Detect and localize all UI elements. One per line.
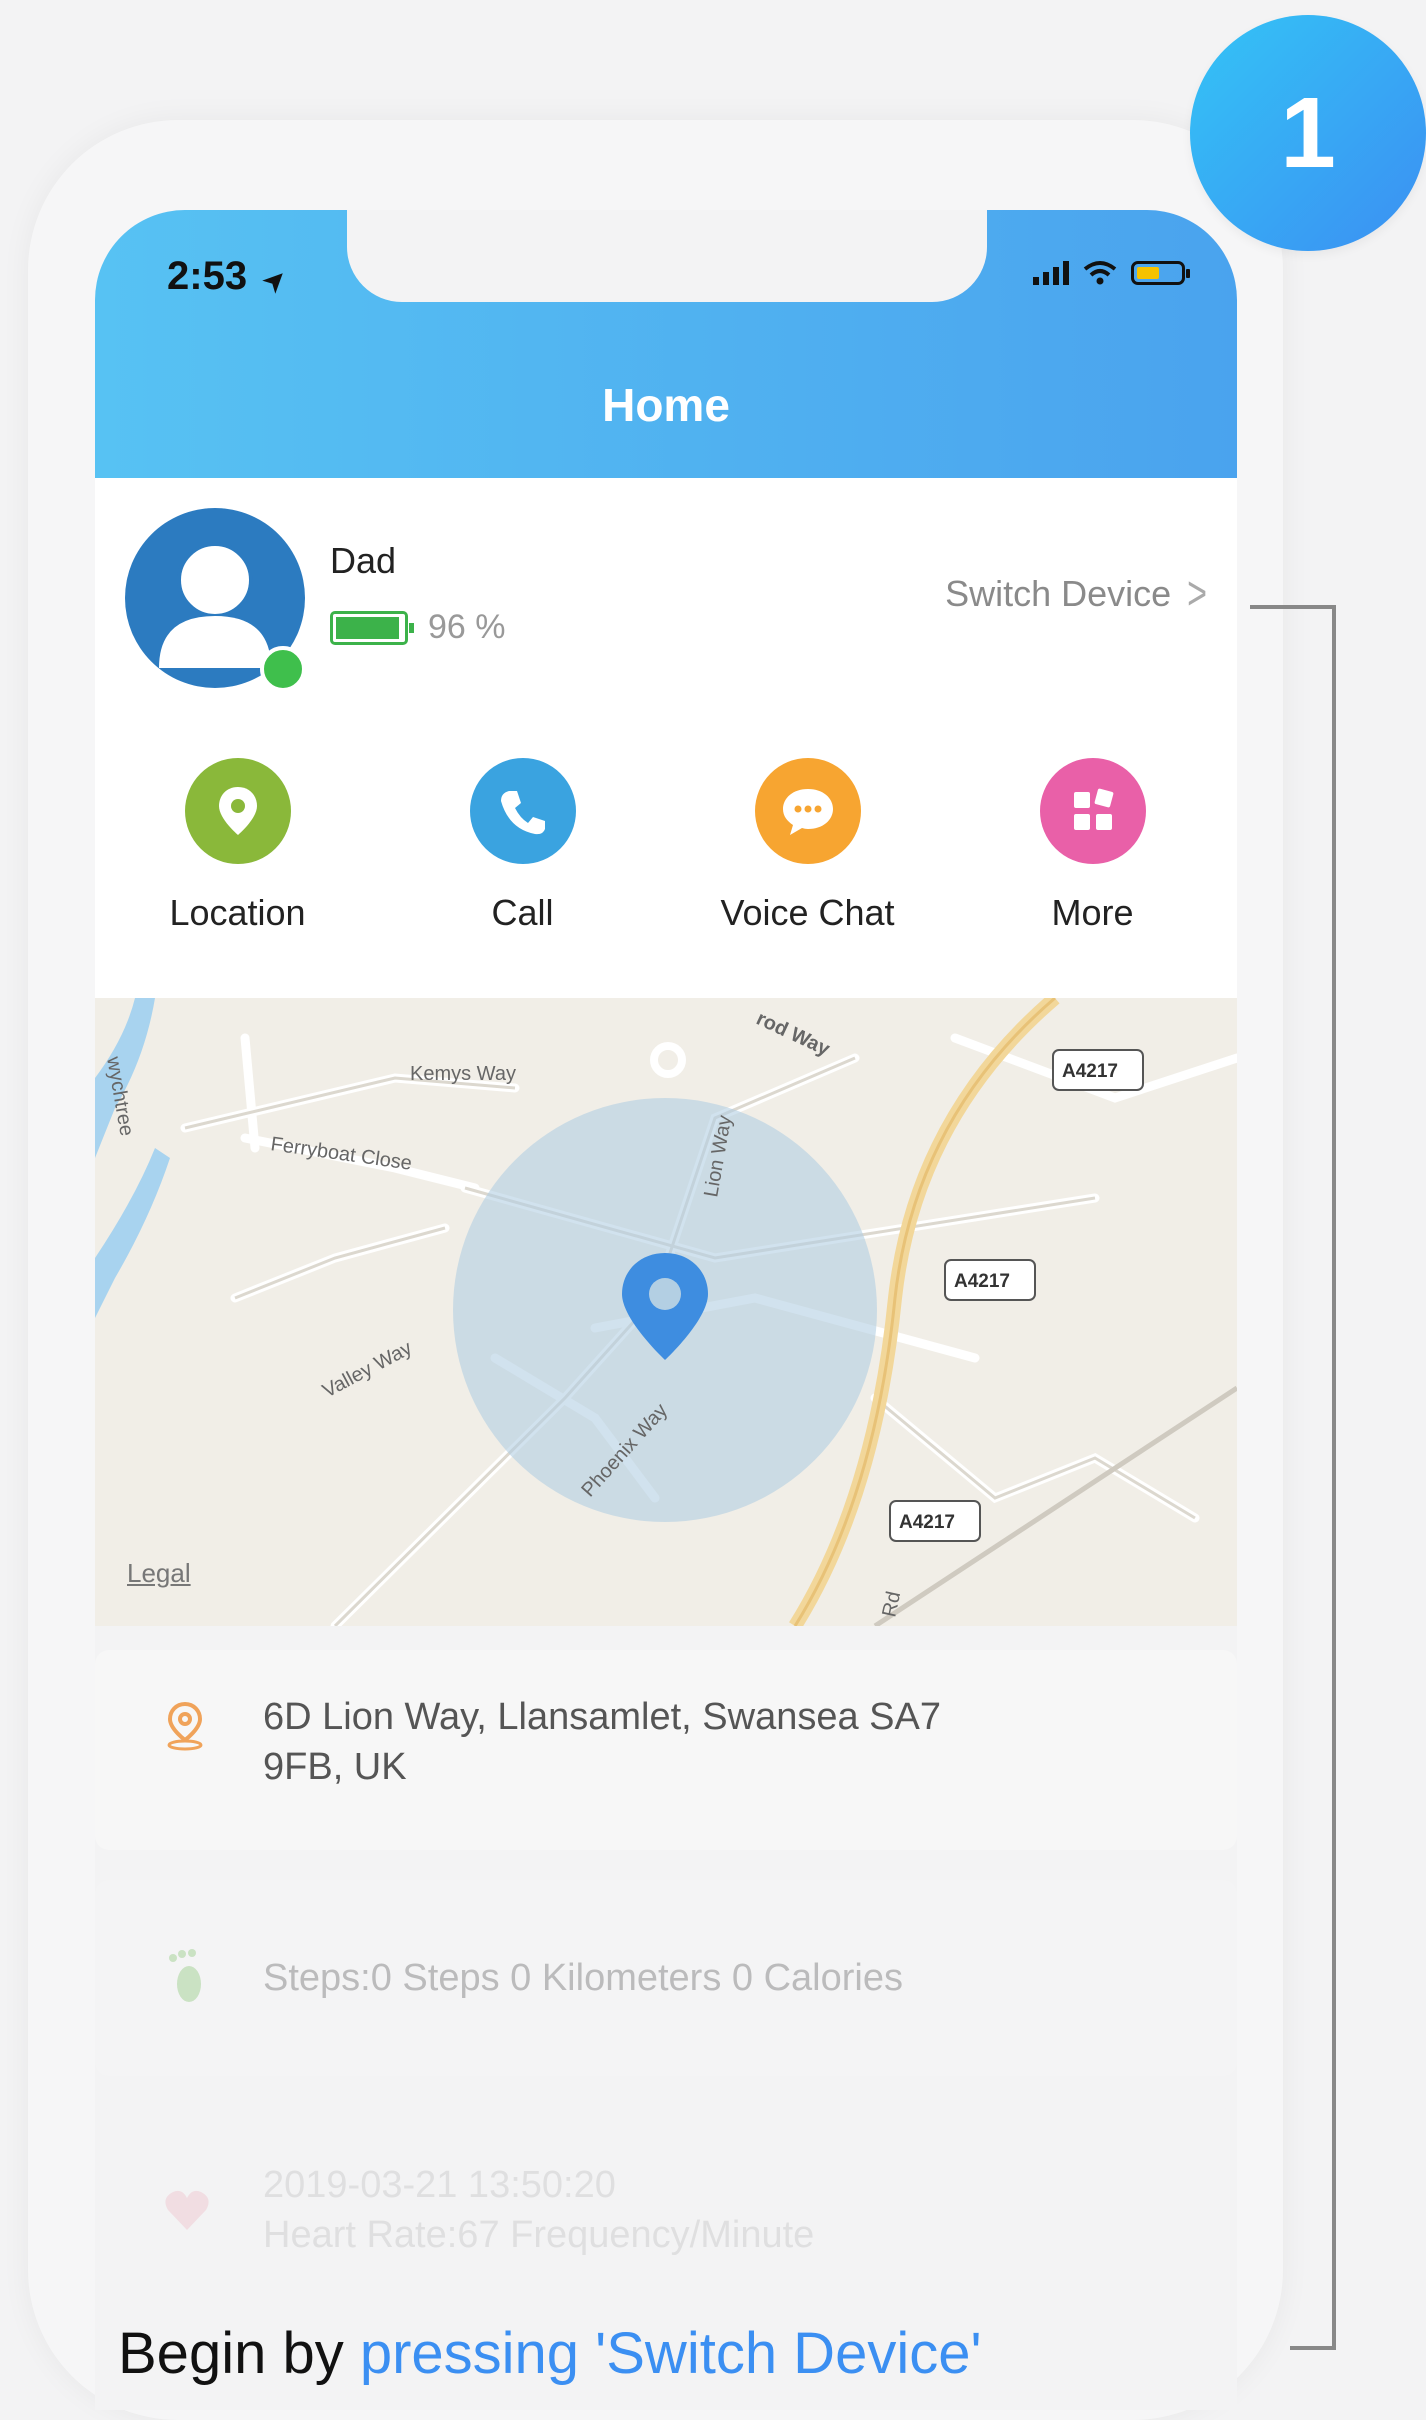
map-legal-link[interactable]: Legal xyxy=(127,1558,191,1589)
map-street-label: Valley Way xyxy=(319,1337,416,1402)
map-street-label: Kemys Way xyxy=(410,1063,516,1085)
action-call[interactable]: Call xyxy=(380,758,665,934)
road-badge: A4217 xyxy=(954,1271,1010,1292)
steps-text: Steps:0 Steps 0 Kilometers 0 Calories xyxy=(263,1957,903,1999)
action-label: More xyxy=(1051,892,1134,933)
quick-actions: Location Call Voice Chat More xyxy=(95,758,1237,934)
online-status-dot xyxy=(260,646,306,692)
switch-device-label: Switch Device xyxy=(945,573,1172,614)
action-location[interactable]: Location xyxy=(95,758,380,934)
status-time: 2:53 ➤ xyxy=(167,254,293,299)
footprint-icon xyxy=(169,1949,201,2002)
map-street-label: Ferryboat Close xyxy=(269,1133,413,1175)
road-badge: A4217 xyxy=(899,1512,955,1533)
action-voice-chat[interactable]: Voice Chat xyxy=(665,758,950,934)
device-name: Dad xyxy=(330,540,397,581)
step-number: 1 xyxy=(1280,76,1336,189)
status-icons xyxy=(1033,260,1190,286)
address-text: 6D Lion Way, Llansamlet, Swansea SA7 9FB… xyxy=(263,1692,941,1792)
address-pin-icon xyxy=(167,1701,203,1751)
action-label: Location xyxy=(169,892,306,933)
heart-rate-card: 2019-03-21 13:50:20 Heart Rate:67 Freque… xyxy=(95,2108,1237,2298)
phone-icon xyxy=(469,758,576,864)
device-battery: 96 % xyxy=(330,608,506,647)
location-pin-icon xyxy=(184,758,291,864)
steps-card: Steps:0 Steps 0 Kilometers 0 Calories xyxy=(95,1880,1237,2076)
caption-link: pressing 'Switch Device' xyxy=(359,2321,982,2386)
action-more[interactable]: More xyxy=(950,758,1235,934)
action-label: Voice Chat xyxy=(720,892,895,933)
callout-line xyxy=(1250,605,1336,609)
chevron-right-icon: > xyxy=(1187,566,1207,620)
heart-rate-text: 2019-03-21 13:50:20 Heart Rate:67 Freque… xyxy=(263,2160,814,2260)
phone-battery-icon xyxy=(1131,261,1190,285)
device-battery-icon xyxy=(330,610,414,645)
location-arrow-icon: ➤ xyxy=(256,261,294,299)
map-street-label: Rd xyxy=(878,1589,905,1619)
address-line-2: 9FB, UK xyxy=(263,1746,407,1788)
instruction-caption: Begin by pressing 'Switch Device' xyxy=(118,2320,982,2387)
map-canvas: Kemys Way Ferryboat Close Lion Way Valle… xyxy=(95,998,1237,1626)
heart-rate-time: 2019-03-21 13:50:20 xyxy=(263,2164,616,2206)
map-view[interactable]: Kemys Way Ferryboat Close Lion Way Valle… xyxy=(95,998,1237,1626)
page-title: Home xyxy=(602,379,730,431)
notch xyxy=(347,210,987,302)
app-header: 2:53 ➤ Home xyxy=(95,210,1237,478)
signal-icon xyxy=(1033,261,1069,285)
caption-prefix: Begin by xyxy=(118,2321,360,2386)
chat-bubble-icon xyxy=(754,758,861,864)
battery-percent: 96 % xyxy=(428,608,506,646)
callout-line xyxy=(1290,2346,1336,2350)
address-line-1: 6D Lion Way, Llansamlet, Swansea SA7 xyxy=(263,1696,942,1738)
device-panel: Dad 96 % Switch Device > Location Call V… xyxy=(95,478,1237,998)
heart-icon xyxy=(165,2190,209,2230)
map-street-label: rod Way xyxy=(753,1008,834,1061)
wifi-icon xyxy=(1083,261,1117,285)
grid-icon xyxy=(1039,758,1146,864)
phone-screen: 2:53 ➤ Home Dad 96 % Switch Device > Loc… xyxy=(95,210,1237,2410)
action-label: Call xyxy=(491,892,554,933)
heart-rate-value: Heart Rate:67 Frequency/Minute xyxy=(263,2214,815,2256)
status-time-text: 2:53 xyxy=(167,254,248,298)
address-card: 6D Lion Way, Llansamlet, Swansea SA7 9FB… xyxy=(95,1650,1237,1850)
switch-device-button[interactable]: Switch Device > xyxy=(945,567,1207,620)
road-badge: A4217 xyxy=(1062,1061,1118,1082)
callout-line xyxy=(1332,605,1336,2350)
